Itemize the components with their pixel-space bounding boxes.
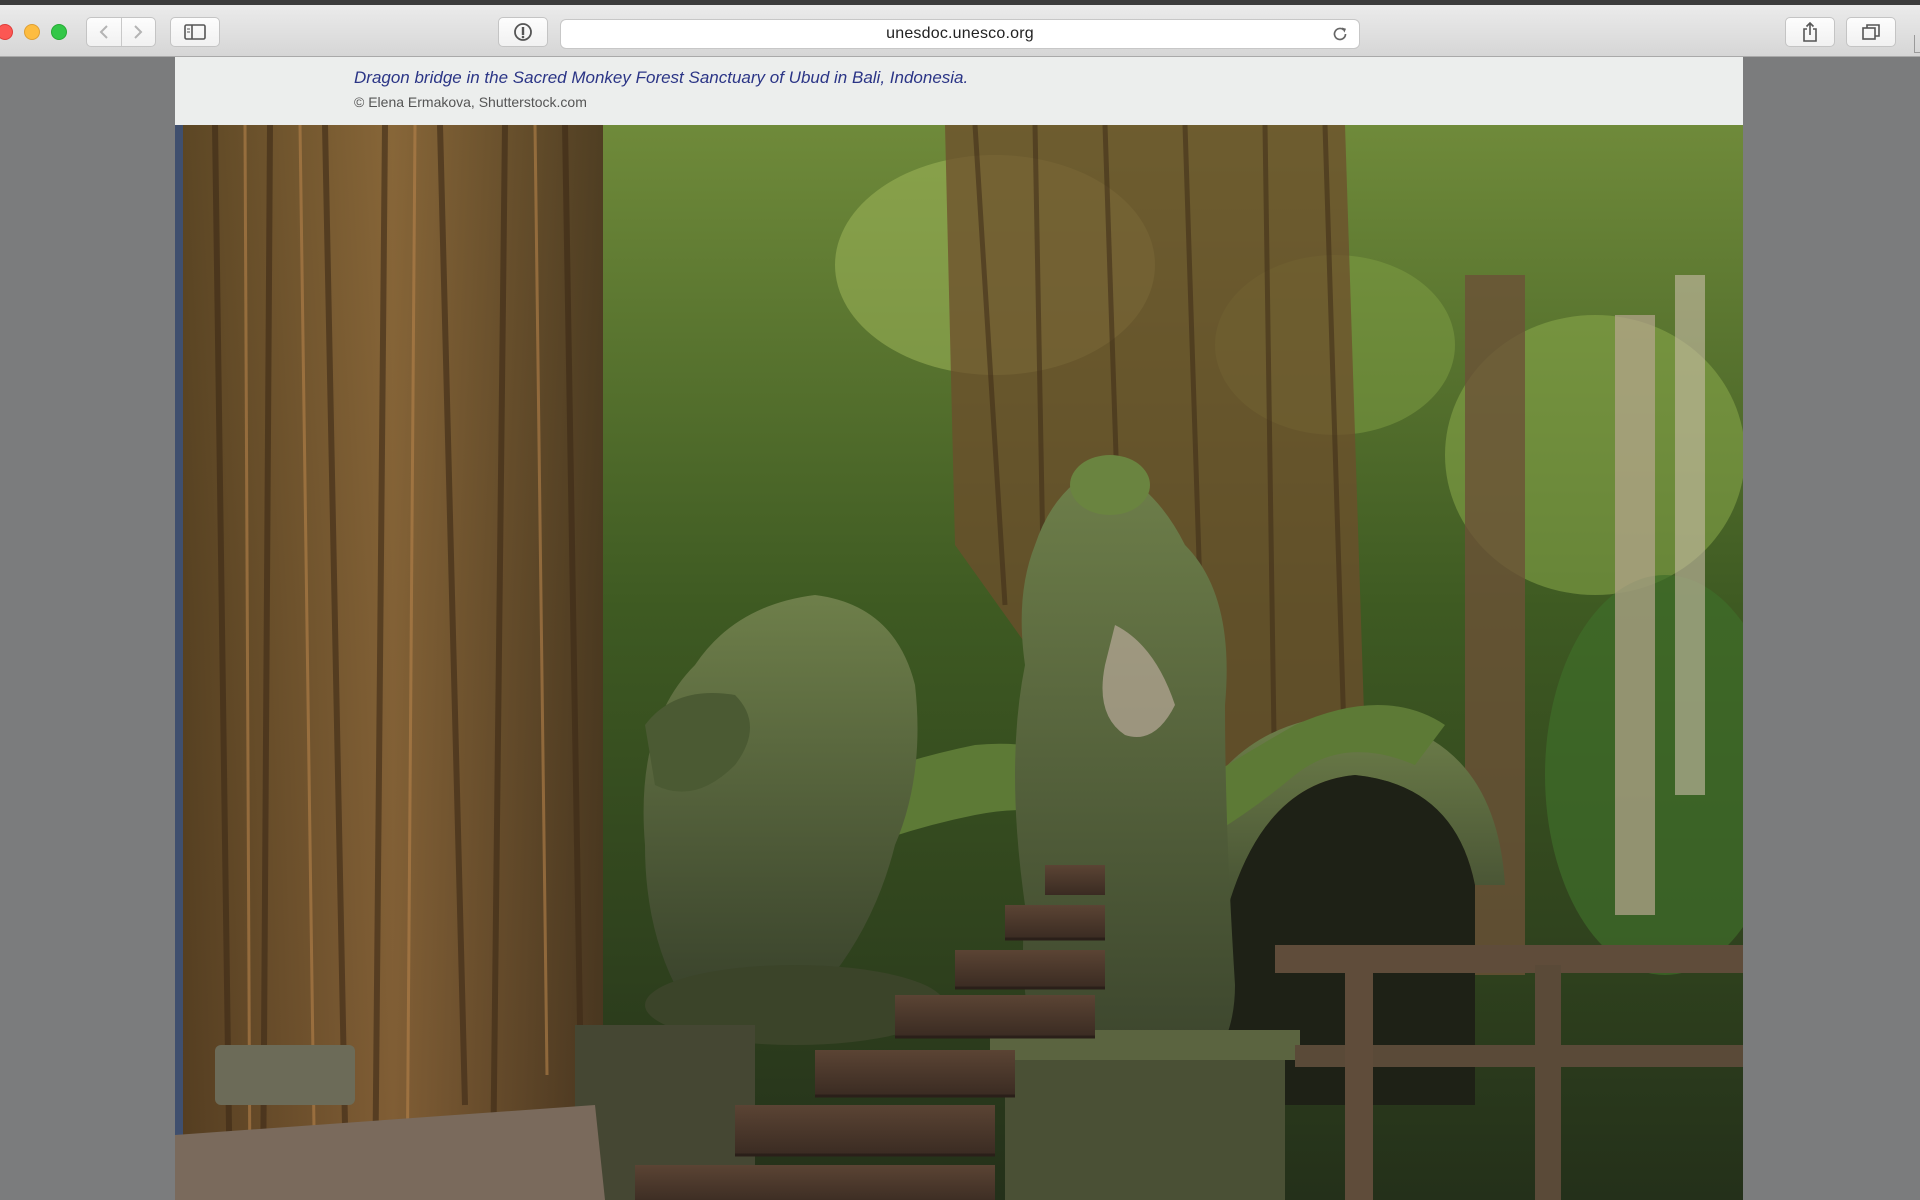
minimize-window-button[interactable] — [24, 24, 40, 40]
sidebar-icon — [184, 24, 206, 40]
window-corner — [1914, 35, 1920, 53]
zoom-window-button[interactable] — [51, 24, 67, 40]
share-button[interactable] — [1785, 17, 1835, 47]
chevron-left-icon — [99, 25, 108, 39]
reader-button[interactable] — [498, 17, 548, 47]
reload-icon[interactable] — [1331, 25, 1349, 43]
photo-credit: © Elena Ermakova, Shutterstock.com — [354, 94, 587, 110]
forward-button[interactable] — [120, 18, 156, 46]
back-button[interactable] — [87, 18, 121, 46]
navigation-buttons — [86, 17, 156, 47]
show-tabs-button[interactable] — [1846, 17, 1896, 47]
address-text: unesdoc.unesco.org — [886, 25, 1034, 42]
sidebar-toggle-button[interactable] — [170, 17, 220, 47]
share-icon — [1803, 21, 1817, 42]
address-bar[interactable]: unesdoc.unesco.org — [560, 19, 1360, 49]
info-icon — [514, 23, 532, 41]
close-window-button[interactable] — [0, 24, 13, 40]
browser-toolbar: unesdoc.unesco.org — [0, 0, 1920, 57]
document-page: Dragon bridge in the Sacred Monkey Fores… — [175, 57, 1743, 1200]
chevron-right-icon — [134, 25, 143, 39]
photo-caption: Dragon bridge in the Sacred Monkey Fores… — [354, 68, 969, 87]
dragon-bridge-photo — [175, 125, 1743, 1200]
caption-band: Dragon bridge in the Sacred Monkey Fores… — [175, 57, 1743, 125]
tabs-icon — [1862, 24, 1880, 40]
